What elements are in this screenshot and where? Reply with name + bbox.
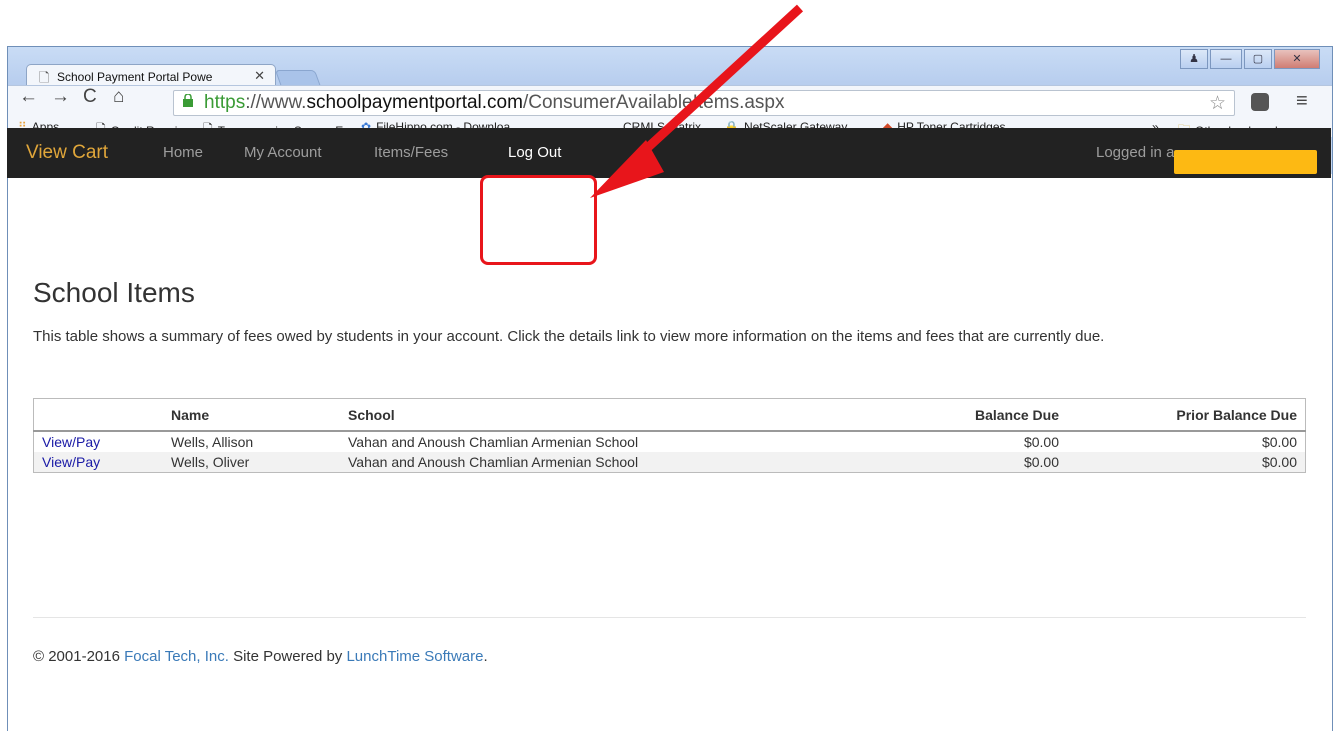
user-icon[interactable]: ♟ xyxy=(1180,49,1208,69)
items-table: Name School Balance Due Prior Balance Du… xyxy=(33,398,1306,473)
focal-tech-link[interactable]: Focal Tech, Inc. xyxy=(124,648,229,665)
site-navbar: View Cart Home My Account Items/Fees Log… xyxy=(7,128,1331,178)
page-title: School Items xyxy=(33,277,195,308)
column-header-name: Name xyxy=(171,398,348,432)
bookmark-star-icon[interactable]: ☆ xyxy=(1209,92,1226,115)
nav-my-account[interactable]: My Account xyxy=(244,144,322,161)
reload-icon[interactable]: C xyxy=(83,86,97,108)
column-header-balance-due: Balance Due xyxy=(925,398,1059,432)
powered-by-text: Site Powered by xyxy=(228,648,347,665)
view-cart-link[interactable]: View Cart xyxy=(26,142,108,164)
forward-icon[interactable]: → xyxy=(51,86,70,108)
tab-title: School Payment Portal Powe xyxy=(57,70,213,84)
url-text: https://www.schoolpaymentportal.com/Cons… xyxy=(204,92,785,113)
copyright-text: © 2001-2016 xyxy=(33,648,125,665)
prior-balance-due: $0.00 xyxy=(1059,452,1306,473)
balance-due: $0.00 xyxy=(925,452,1059,473)
nav-items-fees[interactable]: Items/Fees xyxy=(374,144,448,161)
close-tab-icon[interactable]: ✕ xyxy=(254,68,265,84)
address-bar[interactable]: https://www.schoolpaymentportal.com/Cons… xyxy=(173,90,1235,116)
footer: © 2001-2016 Focal Tech, Inc. Site Powere… xyxy=(33,648,488,665)
school-name: Vahan and Anoush Chamlian Armenian Schoo… xyxy=(348,434,639,450)
minimize-button[interactable]: — xyxy=(1210,49,1242,69)
close-window-button[interactable]: ✕ xyxy=(1274,49,1320,69)
table-header-row: Name School Balance Due Prior Balance Du… xyxy=(33,398,1306,432)
window-controls: ♟ — ▢ ✕ xyxy=(1180,49,1320,69)
extension-icon[interactable] xyxy=(1251,93,1269,111)
page-description: This table shows a summary of fees owed … xyxy=(33,328,1105,345)
student-name: Wells, Oliver xyxy=(171,452,348,473)
lock-icon xyxy=(183,94,193,107)
maximize-button[interactable]: ▢ xyxy=(1244,49,1272,69)
home-icon[interactable]: ⌂ xyxy=(113,86,124,108)
lunchtime-software-link[interactable]: LunchTime Software xyxy=(346,648,483,665)
logged-in-text: Logged in a xyxy=(1096,144,1175,161)
student-name: Wells, Allison xyxy=(171,434,254,450)
footer-divider xyxy=(33,617,1306,618)
school-name: Vahan and Anoush Chamlian Armenian Schoo… xyxy=(348,452,925,473)
nav-home[interactable]: Home xyxy=(163,144,203,161)
browser-tab[interactable]: 🗋 School Payment Portal Powe ✕ xyxy=(26,64,276,87)
column-header-action xyxy=(33,398,171,432)
view-pay-link[interactable]: View/Pay xyxy=(34,431,172,452)
column-header-school: School xyxy=(348,398,925,432)
nav-log-out[interactable]: Log Out xyxy=(508,144,561,161)
redacted-username xyxy=(1174,150,1317,174)
prior-balance-due: $0.00 xyxy=(1261,434,1297,450)
balance-due: $0.00 xyxy=(1023,434,1059,450)
back-icon[interactable]: ← xyxy=(19,86,38,108)
column-header-prior-balance-due: Prior Balance Due xyxy=(1059,398,1306,432)
view-pay-link[interactable]: View/Pay xyxy=(33,452,171,473)
table-row: View/Pay Wells, Oliver Vahan and Anoush … xyxy=(33,452,1306,473)
title-bar: 🗋 School Payment Portal Powe ✕ ♟ — ▢ ✕ xyxy=(8,47,1332,87)
menu-icon[interactable]: ≡ xyxy=(1296,90,1308,113)
annotation-highlight-box xyxy=(480,175,597,265)
table-row: View/Pay Wells, Allison Vahan and Anoush… xyxy=(34,431,1306,452)
